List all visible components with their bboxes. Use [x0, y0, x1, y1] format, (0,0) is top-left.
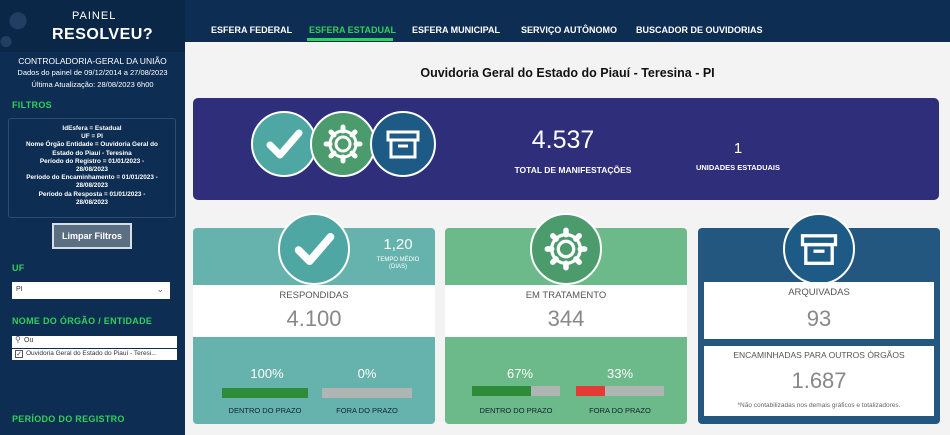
respondidas-value: 4.100 — [286, 306, 342, 331]
in-time-bar-fill — [222, 388, 308, 398]
footnote: *Não contabilizadas nos demais gráficos … — [737, 402, 901, 409]
clear-filters-button[interactable]: Limpar Filtros — [52, 223, 132, 249]
filter-line: Período da Resposta = 01/01/2023 - — [38, 190, 146, 198]
respondidas-panel: RESPONDIDAS 4.100 — [193, 285, 435, 337]
in-time-bar — [472, 386, 560, 396]
tab-esfera-estadual[interactable]: ESFERA ESTADUAL — [309, 25, 396, 35]
card-respondidas: 1,20 TEMPO MÉDIO (DIAS) RESPONDIDAS 4.10… — [193, 213, 435, 424]
archive-box-icon — [370, 111, 436, 177]
tratamento-value: 344 — [547, 306, 585, 331]
filter-line: 28/08/2023 — [76, 182, 108, 190]
encaminhadas-panel: ENCAMINHADAS PARA OUTROS ÓRGÃOS 1.687 *N… — [704, 346, 934, 416]
active-tab-indicator — [307, 38, 393, 41]
brand-pattern — [0, 0, 60, 52]
last-update: Última Atualização: 28/08/2023 6h00 — [31, 80, 154, 89]
uf-heading: UF — [12, 263, 25, 273]
uf-selected-value: PI — [16, 286, 23, 293]
search-icon: ⚲ — [15, 335, 21, 344]
page-title: Ouvidoria Geral do Estado do Piauí - Ter… — [420, 66, 715, 80]
tab-buscador-ouvidorias[interactable]: BUSCADOR DE OUVIDORIAS — [636, 25, 763, 35]
filter-line: Estado do Piauí - Teresina — [52, 149, 132, 157]
check-icon — [251, 111, 317, 177]
encaminhadas-label: ENCAMINHADAS PARA OUTROS ÓRGÃOS — [733, 350, 905, 360]
data-range: Dados do painel de 09/12/2014 a 27/08/20… — [17, 68, 168, 77]
state-units-label: UNIDADES ESTADUAIS — [695, 163, 781, 172]
arquivadas-label: ARQUIVADAS — [788, 287, 850, 298]
filter-line: 28/08/2023 — [76, 166, 108, 174]
filter-line: 28/08/2023 — [76, 198, 108, 206]
sidebar: PAINEL RESOLVEU? CONTROLADORIA-GERAL DA … — [0, 0, 185, 435]
arquivadas-value: 93 — [806, 306, 832, 331]
card-em-tratamento: EM TRATAMENTO 344 67% 33% DENTRO DO PRAZ… — [445, 213, 687, 424]
panel-title-line1: PAINEL — [72, 10, 117, 22]
total-manifestations-value: 4.537 — [531, 126, 595, 154]
tratamento-label: EM TRATAMENTO — [525, 290, 607, 301]
uf-select[interactable]: PI ⌄ — [12, 282, 170, 299]
out-time-label: FORA DO PRAZO — [589, 406, 651, 415]
org-search-input[interactable]: ⚲ Ou — [12, 335, 177, 348]
total-manifestations-label: TOTAL DE MANIFESTAÇÕES — [514, 165, 632, 175]
search-value: Ou — [24, 337, 34, 344]
arquivadas-panel: ARQUIVADAS 93 — [704, 282, 934, 339]
org-heading: NOME DO ÓRGÃO / ENTIDADE — [12, 316, 153, 326]
tab-esfera-municipal[interactable]: ESFERA MUNICIPAL — [412, 25, 500, 35]
out-time-pct: 0% — [357, 366, 377, 381]
filter-line: Período do Registro = 01/01/2023 - — [39, 157, 145, 165]
org-option-label: Ouvidoria Geral do Estado do Piauí - Ter… — [26, 350, 157, 357]
in-time-bar — [222, 388, 308, 398]
sidebar-header: PAINEL RESOLVEU? — [0, 0, 185, 52]
out-time-pct: 33% — [606, 366, 634, 381]
out-time-label: FORA DO PRAZO — [336, 406, 398, 415]
out-time-bar — [576, 386, 664, 396]
in-time-bar-fill — [472, 386, 531, 396]
gear-icon — [310, 111, 376, 177]
gear-icon — [530, 213, 602, 285]
summary-banner: 4.537 TOTAL DE MANIFESTAÇÕES 1 UNIDADES … — [193, 98, 939, 200]
filters-heading: FILTROS — [12, 100, 52, 110]
state-units-value: 1 — [733, 140, 743, 157]
tab-servico-autonomo[interactable]: SERVIÇO AUTÔNOMO — [521, 25, 617, 35]
in-time-pct: 100% — [250, 366, 284, 381]
out-time-bar — [322, 388, 412, 398]
card-arquivadas: ARQUIVADAS 93 ENCAMINHADAS PARA OUTROS Ó… — [698, 213, 940, 424]
period-heading: PERÍODO DO REGISTRO — [12, 414, 125, 424]
tab-esfera-federal[interactable]: ESFERA FEDERAL — [211, 25, 292, 35]
avg-time-value: 1,20 — [383, 236, 413, 253]
archive-box-icon — [783, 213, 855, 285]
checkbox-checked-icon[interactable]: ✓ — [15, 350, 23, 358]
in-time-pct: 67% — [506, 366, 534, 381]
org-option-checkbox[interactable]: ✓ Ouvidoria Geral do Estado do Piauí - T… — [12, 349, 177, 360]
active-filters: IdEsfera = Estadual UF = PI Nome Órgão E… — [8, 118, 176, 218]
panel-title-line2: RESOLVEU? — [52, 26, 154, 43]
in-time-label: DENTRO DO PRAZO — [228, 406, 302, 415]
chevron-down-icon[interactable]: ⌄ — [156, 284, 164, 295]
filter-line: Nome Órgão Entidade = Ouvidoria Geral do — [26, 141, 158, 149]
top-nav: ESFERA FEDERAL ESFERA ESTADUAL ESFERA MU… — [185, 0, 950, 42]
tratamento-panel: EM TRATAMENTO 344 — [445, 285, 687, 337]
in-time-label: DENTRO DO PRAZO — [479, 406, 553, 415]
filter-line: Período do Encaminhamento = 01/01/2023 - — [26, 174, 158, 182]
filter-line: IdEsfera = Estadual — [62, 125, 122, 132]
encaminhadas-value: 1.687 — [791, 368, 847, 393]
avg-time-label: TEMPO MÉDIO (DIAS) — [376, 257, 420, 270]
out-time-bar-fill — [576, 386, 606, 396]
org-name: CONTROLADORIA-GERAL DA UNIÃO — [18, 56, 167, 66]
respondidas-label: RESPONDIDAS — [279, 290, 349, 301]
check-icon — [278, 213, 350, 285]
